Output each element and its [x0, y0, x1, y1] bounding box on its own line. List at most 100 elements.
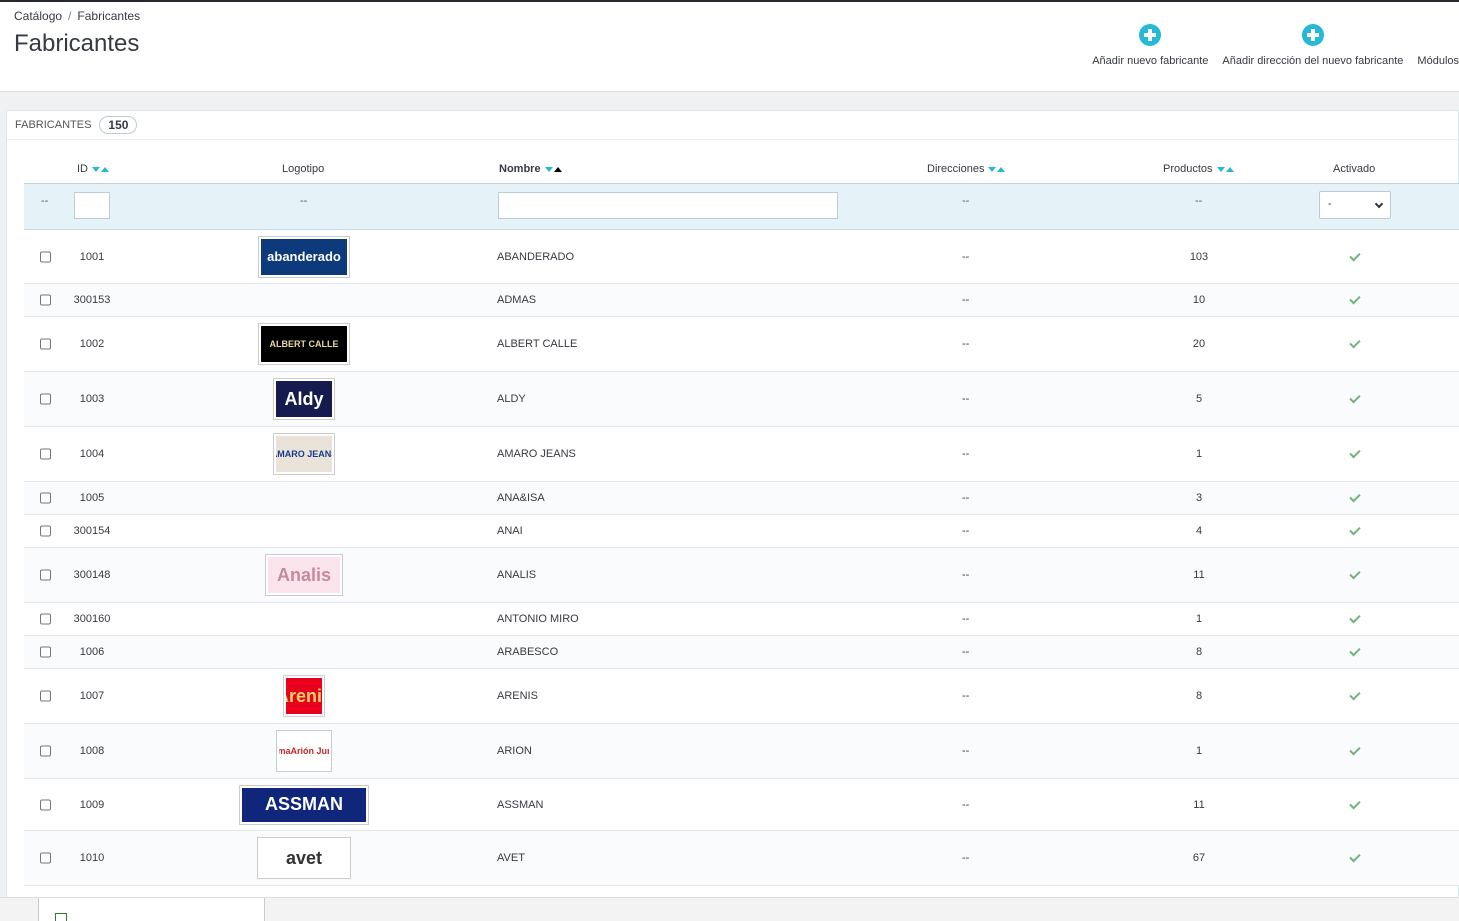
table-row[interactable]: 300153 ADMAS -- 10 [24, 284, 1459, 317]
row-select-checkbox[interactable] [40, 338, 51, 350]
column-header-active: Activado [1333, 163, 1376, 175]
table-row[interactable]: 1009 ASSMAN ASSMAN -- 11 [24, 779, 1459, 831]
row-select-checkbox[interactable] [40, 613, 51, 625]
row-addresses: -- [962, 569, 970, 581]
filter-active-select[interactable]: - [1319, 191, 1391, 219]
column-header-id[interactable]: ID [77, 163, 109, 175]
logo-image: Analis [268, 557, 340, 593]
filter-addresses-dash: -- [962, 195, 970, 207]
row-id: 1009 [79, 798, 105, 811]
add-address-label: Añadir dirección del nuevo fabricante [1222, 55, 1404, 67]
table-row[interactable]: 1003 Aldy ALDY -- 5 [24, 372, 1459, 427]
check-icon[interactable] [1349, 689, 1361, 701]
manufacturer-logo: infimaArión Junior [276, 730, 332, 772]
add-manufacturer-button[interactable]: Añadir nuevo fabricante [1092, 24, 1208, 67]
row-select-checkbox[interactable] [40, 492, 51, 504]
row-products: 20 [1192, 338, 1206, 350]
row-select-checkbox[interactable] [40, 294, 51, 306]
breadcrumb-catalog[interactable]: Catálogo [14, 9, 62, 23]
modules-label: Módulos [1417, 55, 1459, 67]
table-row[interactable]: 1005 ANA&ISA -- 3 [24, 482, 1459, 515]
logo-image: AMARO JEANS [276, 436, 332, 472]
logo-image: infimaArión Junior [279, 733, 329, 769]
row-select-checkbox[interactable] [40, 799, 51, 810]
row-select-checkbox[interactable] [40, 745, 51, 757]
row-select-checkbox[interactable] [40, 569, 51, 581]
row-id: 1004 [79, 448, 105, 460]
row-select-checkbox[interactable] [40, 646, 51, 658]
column-header-addresses[interactable]: Direcciones [927, 163, 1006, 175]
breadcrumb-current[interactable]: Fabricantes [77, 9, 140, 23]
check-icon[interactable] [1349, 524, 1361, 536]
check-icon[interactable] [1349, 392, 1361, 404]
filter-id-input[interactable] [74, 192, 110, 219]
check-icon[interactable] [1349, 337, 1361, 349]
manufacturer-logo: avet [257, 837, 351, 879]
column-header-logo: Logotipo [282, 163, 325, 175]
row-select-checkbox[interactable] [40, 251, 51, 262]
table-row[interactable]: 300148 Analis ANALIS -- 11 [24, 548, 1459, 603]
check-icon[interactable] [1349, 797, 1361, 809]
table-row[interactable]: 1007 Arenis ARENIS -- 8 [24, 669, 1459, 724]
table-row[interactable]: 300154 ANAI -- 4 [24, 515, 1459, 548]
sort-arrows-icon[interactable] [544, 163, 562, 175]
manufacturers-table: ID Logotipo Nombre Direcciones Productos… [24, 151, 1459, 886]
check-icon[interactable] [1349, 568, 1361, 580]
download-bar [0, 897, 1459, 921]
check-icon[interactable] [1349, 249, 1361, 261]
manufacturer-logo: ASSMAN [239, 784, 369, 825]
row-name: ARABESCO [497, 646, 559, 658]
check-icon[interactable] [1349, 645, 1361, 657]
row-products: 5 [1195, 393, 1203, 405]
row-addresses: -- [962, 338, 970, 350]
table-row[interactable]: 1002 ALBERT CALLE ALBERT CALLE -- 20 [24, 317, 1459, 372]
check-icon[interactable] [1349, 447, 1361, 459]
check-icon[interactable] [1349, 293, 1361, 305]
add-address-button[interactable]: Añadir dirección del nuevo fabricante [1222, 24, 1403, 67]
table-row[interactable]: 1001 abanderado ABANDERADO -- 103 [24, 230, 1459, 284]
check-icon[interactable] [1349, 612, 1361, 624]
table-row[interactable]: 1008 infimaArión Junior ARION -- 1 [24, 724, 1459, 779]
row-name: ALDY [497, 393, 526, 405]
filter-row: -- -- -- -- - [24, 184, 1459, 230]
row-products: 67 [1192, 852, 1206, 864]
manufacturer-logo: Analis [265, 554, 343, 596]
table-row[interactable]: 1010 avet AVET -- 67 [24, 831, 1459, 886]
page-header: Catálogo / Fabricantes Fabricantes Añadir … [0, 2, 1459, 92]
chevron-down-icon [1374, 199, 1384, 209]
column-addresses-label: Direcciones [927, 163, 985, 175]
row-products: 1 [1195, 745, 1203, 757]
table-row[interactable]: 300160 ANTONIO MIRO -- 1 [24, 603, 1459, 636]
column-header-products[interactable]: Productos [1163, 163, 1234, 175]
row-select-checkbox[interactable] [40, 393, 51, 405]
download-item[interactable] [38, 898, 265, 921]
panel-heading: Fabricantes 150 [7, 111, 1458, 140]
check-icon[interactable] [1349, 851, 1361, 863]
sort-arrows-icon[interactable] [91, 163, 109, 175]
filter-name-input[interactable] [498, 192, 838, 219]
row-products: 8 [1195, 690, 1203, 702]
sort-arrows-icon[interactable] [1216, 163, 1234, 175]
row-name: ARENIS [497, 690, 538, 702]
row-id: 1010 [79, 852, 105, 864]
row-addresses: -- [962, 525, 970, 537]
table-row[interactable]: 1006 ARABESCO -- 8 [24, 636, 1459, 669]
row-select-checkbox[interactable] [40, 852, 51, 864]
manufacturer-logo: Arenis [283, 675, 325, 717]
modules-button[interactable]: Módulos [1417, 24, 1459, 67]
table-row[interactable]: 1004 AMARO JEANS AMARO JEANS -- 1 [24, 427, 1459, 482]
row-select-checkbox[interactable] [40, 690, 51, 702]
row-select-checkbox[interactable] [40, 448, 51, 460]
row-addresses: -- [962, 294, 970, 306]
row-products: 8 [1195, 646, 1203, 658]
row-name: ADMAS [497, 294, 537, 306]
check-icon[interactable] [1349, 744, 1361, 756]
row-select-checkbox[interactable] [40, 525, 51, 537]
sort-arrows-icon[interactable] [987, 163, 1006, 175]
row-id: 1001 [79, 250, 105, 263]
row-products: 10 [1192, 294, 1206, 306]
check-icon[interactable] [1349, 491, 1361, 503]
column-name-label: Nombre [499, 163, 541, 175]
column-header-name[interactable]: Nombre [499, 163, 562, 175]
toolbar: Añadir nuevo fabricante Añadir dirección… [1078, 24, 1459, 67]
